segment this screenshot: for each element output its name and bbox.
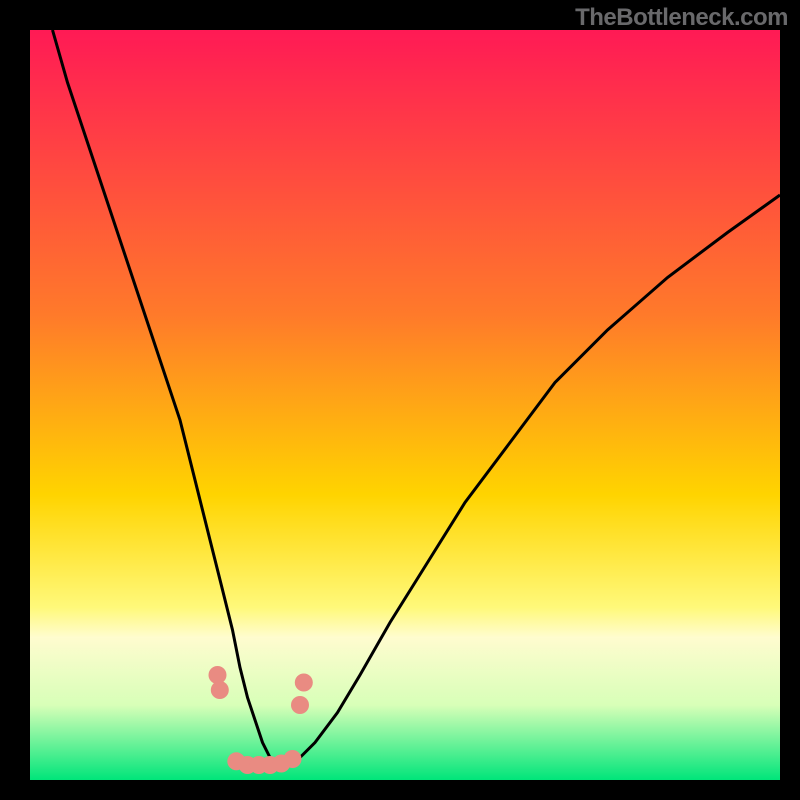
pink-markers <box>209 666 313 774</box>
plot-area <box>30 30 780 780</box>
watermark-text: TheBottleneck.com <box>575 4 788 32</box>
black-curve <box>53 30 781 765</box>
pink-marker <box>211 681 229 699</box>
curve-layer <box>30 30 780 780</box>
pink-marker <box>291 696 309 714</box>
chart-outer: TheBottleneck.com <box>0 0 800 800</box>
pink-marker <box>284 750 302 768</box>
pink-marker <box>295 674 313 692</box>
